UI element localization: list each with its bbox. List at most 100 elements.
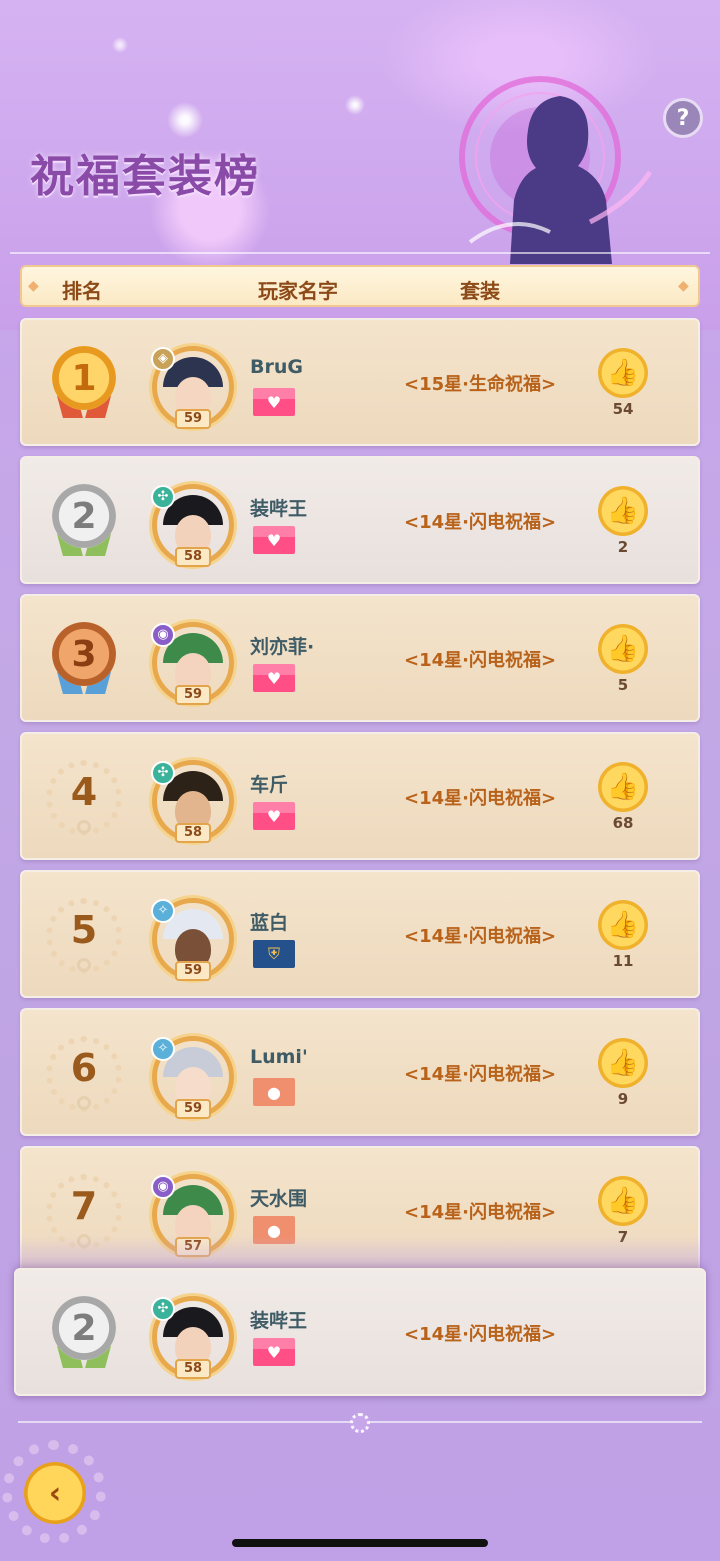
player-avatar[interactable]: ✣ 58 (151, 484, 234, 567)
rank-number: 6 (70, 1046, 98, 1090)
player-name: 天水围 (250, 1188, 308, 1210)
wind-element-icon: ✣ (151, 485, 175, 509)
thumbs-up-icon: 👍 (606, 634, 640, 664)
player-avatar[interactable]: ✧ 59 (151, 1036, 234, 1119)
rank-badge: 4 (44, 758, 124, 838)
player-avatar[interactable]: ◉ 59 (151, 622, 234, 705)
heart-icon: ♥ (253, 802, 295, 830)
player-name: 蓝白 (250, 912, 289, 934)
hero-silhouette (459, 76, 653, 264)
leaderboard-row[interactable]: 6 ✧ 59 Lumi' ● <14星·闪电祝福> 👍 9 (20, 1008, 700, 1136)
leaderboard-row[interactable]: 3 ◉ 59 刘亦菲· ♥ <14星·闪电祝福> 👍 5 (20, 594, 700, 722)
help-icon: ? (676, 105, 690, 131)
player-level: 58 (175, 547, 211, 567)
suit-name: <14星·闪电祝福> (404, 1064, 557, 1085)
wind-element-icon: ✣ (151, 761, 175, 785)
rank-medal: 2 (44, 1294, 124, 1374)
wind-element-icon: ✣ (151, 1297, 175, 1321)
heart-icon: ♥ (253, 526, 295, 554)
rank-number: 2 (52, 1296, 116, 1360)
help-button[interactable]: ? (663, 98, 703, 138)
thumbs-up-icon: 👍 (606, 910, 640, 940)
rank-number: 4 (70, 770, 98, 814)
rank-number: 2 (52, 484, 116, 548)
ice-element-icon: ✧ (151, 1037, 175, 1061)
like-button[interactable]: 👍 (598, 1038, 648, 1088)
like-count: 5 (617, 676, 629, 694)
rank-medal: 2 (44, 482, 124, 562)
player-level: 58 (175, 1359, 211, 1379)
thumbs-up-icon: 👍 (606, 358, 640, 388)
rank-number: 7 (70, 1184, 98, 1228)
player-level: 59 (175, 961, 211, 981)
thumbs-up-icon: 👍 (606, 772, 640, 802)
dot-icon (77, 1096, 91, 1110)
player-level: 59 (175, 1099, 211, 1119)
like-button[interactable]: 👍 (598, 900, 648, 950)
like-count: 2 (617, 538, 629, 556)
player-avatar[interactable]: ◈ 59 (151, 346, 234, 429)
leaderboard-row[interactable]: 2 ✣ 58 装哔王 ♥ <14星·闪电祝福> 👍 2 (20, 456, 700, 584)
like-button[interactable]: 👍 (598, 624, 648, 674)
bear-icon: ● (253, 1078, 295, 1106)
like-button[interactable]: 👍 (598, 486, 648, 536)
player-level: 58 (175, 823, 211, 843)
rank-medal: 1 (44, 344, 124, 424)
thumbs-up-icon: 👍 (606, 496, 640, 526)
page-title: 祝福套装榜 (30, 151, 260, 202)
list-fade (20, 1236, 700, 1270)
divider (10, 252, 710, 254)
heart-icon: ♥ (253, 388, 295, 416)
shield-icon: ⛨ (253, 940, 295, 968)
back-button[interactable]: ‹ (24, 1462, 86, 1524)
back-arrow-icon: ‹ (48, 1475, 62, 1511)
player-avatar[interactable]: ✣ 58 (151, 760, 234, 843)
like-count: 54 (612, 400, 634, 418)
suit-name: <14星·闪电祝福> (404, 512, 557, 533)
rank-medal: 3 (44, 620, 124, 700)
like-count: 68 (612, 814, 634, 832)
rank-number: 1 (52, 346, 116, 410)
like-count: 9 (617, 1090, 629, 1108)
player-name: 车斤 (250, 774, 289, 796)
suit-name: <15星·生命祝福> (404, 374, 557, 395)
leaderboard-row[interactable]: 1 ◈ 59 BruG ♥ <15星·生命祝福> 👍 54 (20, 318, 700, 446)
ice-element-icon: ✧ (151, 899, 175, 923)
leaderboard-row[interactable]: 5 ✧ 59 蓝白 ⛨ <14星·闪电祝福> 👍 11 (20, 870, 700, 998)
like-count: 11 (612, 952, 634, 970)
column-suit: 套装 (460, 279, 500, 303)
rank-number: 5 (70, 908, 98, 952)
rank-badge: 6 (44, 1034, 124, 1114)
my-rank-row[interactable]: 2 ✣ 58 装哔王 ♥ <14星·闪电祝福> (14, 1268, 706, 1396)
thumbs-up-icon: 👍 (606, 1186, 640, 1216)
player-avatar[interactable]: ✧ 59 (151, 898, 234, 981)
like-button[interactable]: 👍 (598, 348, 648, 398)
player-name: Lumi' (250, 1046, 308, 1068)
suit-name: <14星·闪电祝福> (404, 1202, 557, 1223)
home-indicator[interactable] (232, 1539, 488, 1547)
leaderboard-row[interactable]: 4 ✣ 58 车斤 ♥ <14星·闪电祝福> 👍 68 (20, 732, 700, 860)
player-name: 装哔王 (250, 498, 308, 520)
player-name: 刘亦菲· (250, 636, 315, 658)
rank-number: 3 (52, 622, 116, 686)
thumbs-up-icon: 👍 (606, 1048, 640, 1078)
heart-icon: ♥ (253, 1338, 295, 1366)
diamond-icon: ◆ (678, 278, 689, 294)
player-avatar[interactable]: ✣ 58 (151, 1296, 234, 1379)
player-level: 59 (175, 409, 211, 429)
player-name: BruG (250, 356, 303, 378)
like-button[interactable]: 👍 (598, 762, 648, 812)
suit-name: <14星·闪电祝福> (404, 788, 557, 809)
like-button[interactable]: 👍 (598, 1176, 648, 1226)
gear-ornament-icon (350, 1413, 370, 1433)
suit-name: <14星·闪电祝福> (404, 650, 557, 671)
player-level: 59 (175, 685, 211, 705)
dot-icon (77, 958, 91, 972)
column-header: ◆ 排名 玩家名字 套装 ◆ (20, 265, 700, 307)
suit-name: <14星·闪电祝福> (404, 926, 557, 947)
diamond-icon: ◆ (28, 278, 39, 294)
column-player: 玩家名字 (258, 279, 338, 303)
rock-element-icon: ◈ (151, 347, 175, 371)
rank-badge: 5 (44, 896, 124, 976)
player-name: 装哔王 (250, 1310, 308, 1332)
